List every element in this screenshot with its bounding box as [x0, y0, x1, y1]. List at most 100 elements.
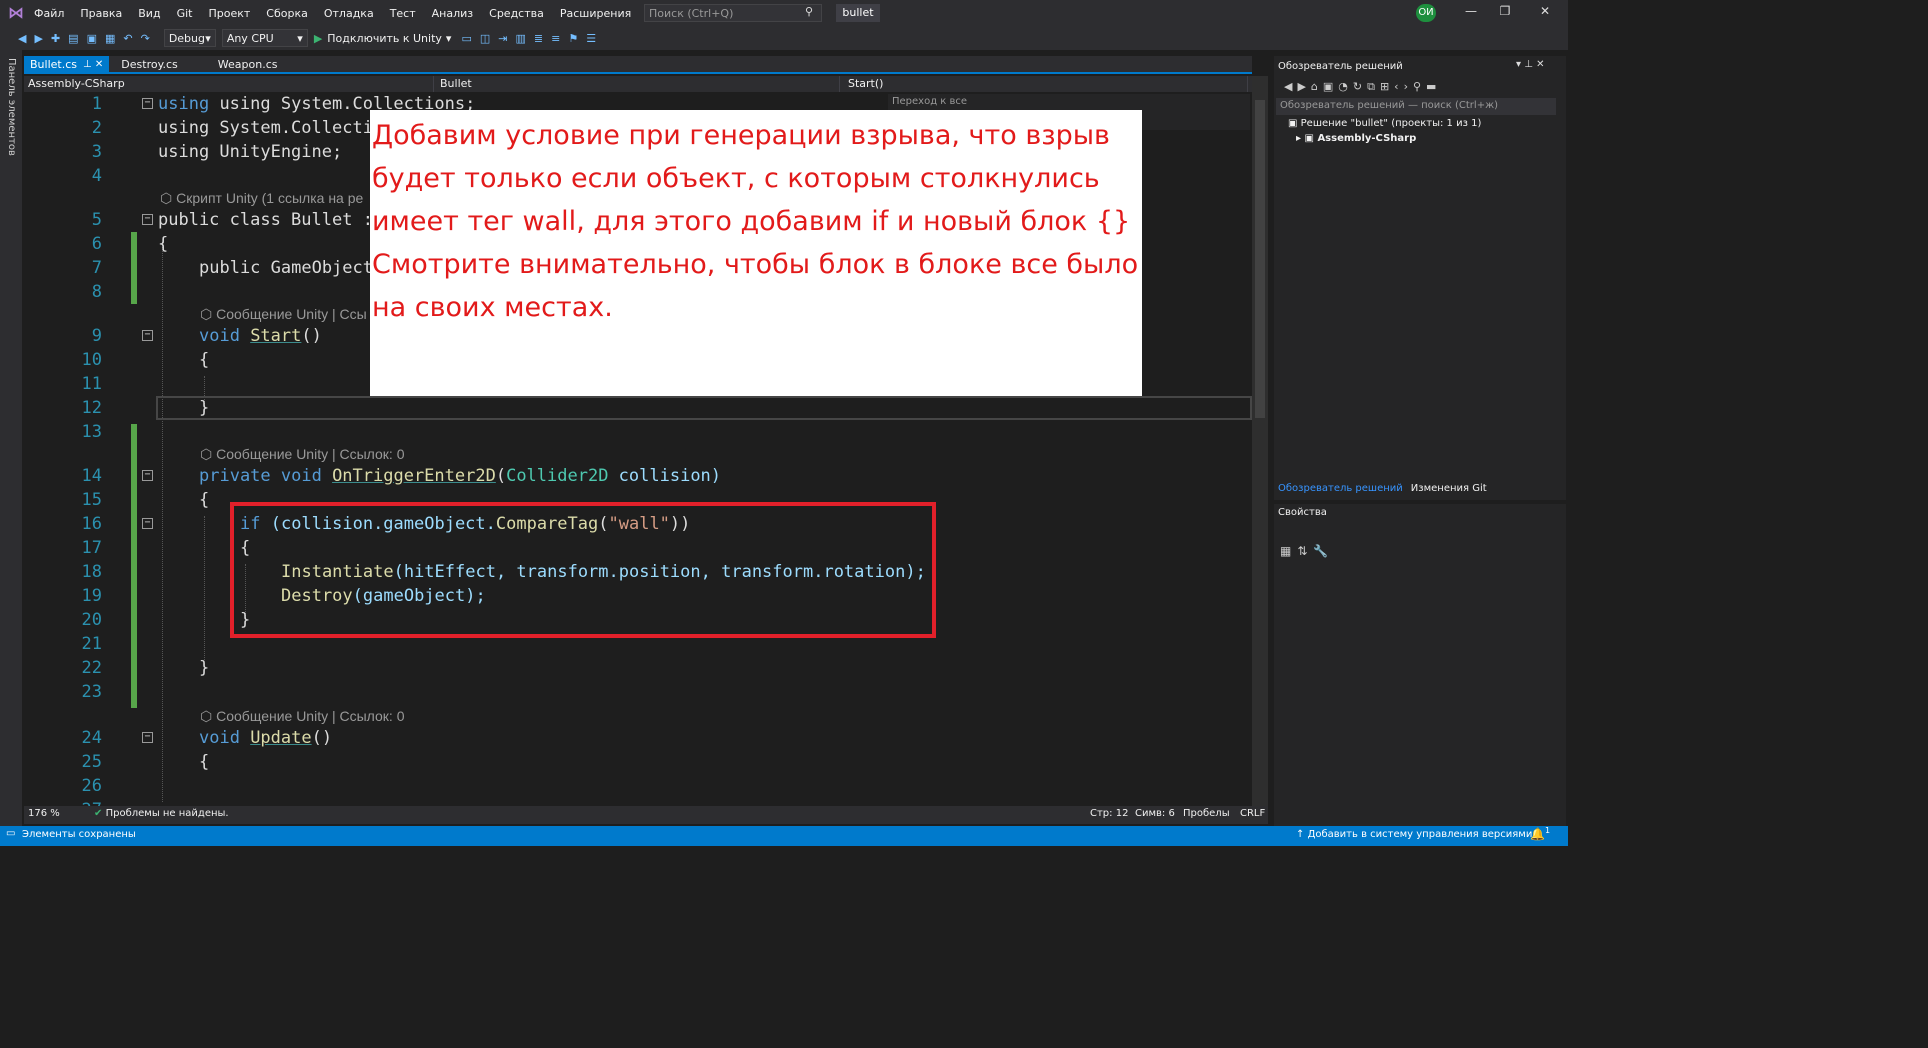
- save-all-icon[interactable]: ▦: [105, 32, 115, 45]
- menu-item[interactable]: Вид: [138, 7, 160, 20]
- whitespace-indicator[interactable]: Пробелы: [1183, 808, 1230, 819]
- code-text: public GameObject: [199, 258, 373, 278]
- code-line-3: using UnityEngine;: [158, 142, 342, 162]
- screenshot-icon[interactable]: ◫: [480, 32, 490, 45]
- line-indicator[interactable]: Стр: 12: [1090, 808, 1128, 819]
- add-to-source-control-button[interactable]: ↑ Добавить в систему управления версиями…: [1296, 829, 1541, 840]
- menu-item[interactable]: Отладка: [324, 7, 374, 20]
- search-icon[interactable]: ⚲: [805, 5, 813, 18]
- collapse-icon[interactable]: −: [142, 330, 153, 341]
- scrollbar-thumb[interactable]: [1255, 100, 1265, 418]
- step-icon[interactable]: ⇥: [498, 32, 507, 45]
- line-number: 25: [81, 752, 102, 772]
- code-line-24: void Update(): [199, 728, 333, 748]
- line-number: 18: [81, 562, 102, 582]
- codelens-class[interactable]: ⬡ Скрипт Unity (1 ссылка на ре: [160, 190, 363, 207]
- codelens-trigger[interactable]: ⬡ Сообщение Unity | Ссылок: 0: [200, 446, 405, 463]
- issues-indicator[interactable]: ✔ Проблемы не найдены.: [94, 808, 229, 819]
- member-dropdown[interactable]: Start(): [844, 76, 1248, 92]
- current-line-highlight: [156, 396, 1252, 420]
- bookmark-icon[interactable]: ⚑: [568, 32, 578, 45]
- document-tab[interactable]: Bullet.cs ⊥ ✕: [24, 56, 110, 72]
- minimize-icon[interactable]: —: [1456, 4, 1486, 18]
- zoom-level[interactable]: 176 %: [28, 808, 60, 819]
- search-input[interactable]: Поиск (Ctrl+Q): [644, 4, 822, 22]
- menu-item[interactable]: Тест: [390, 7, 416, 20]
- menu-item[interactable]: Проект: [208, 7, 250, 20]
- platform-select[interactable]: Any CPU ▾: [221, 29, 308, 47]
- play-icon: ▶: [313, 31, 323, 45]
- line-number: 20: [81, 610, 102, 630]
- column-indicator[interactable]: Симв: 6: [1135, 808, 1175, 819]
- menu-item[interactable]: Файл: [34, 7, 64, 20]
- code-text: using System.Collecti: [158, 118, 373, 138]
- indent-icon[interactable]: ≣: [534, 32, 543, 45]
- class-dropdown[interactable]: Bullet: [436, 76, 840, 92]
- eol-indicator[interactable]: CRLF: [1240, 808, 1265, 819]
- code-line-5: public class Bullet :: [158, 210, 373, 230]
- solution-explorer-title: Обозреватель решений: [1278, 61, 1403, 72]
- project-dropdown[interactable]: Assembly-CSharp: [24, 76, 434, 92]
- outdent-icon[interactable]: ≡: [551, 32, 560, 45]
- collapse-icon[interactable]: −: [142, 470, 153, 481]
- menu-item[interactable]: Средства: [489, 7, 544, 20]
- collapse-icon[interactable]: −: [142, 518, 153, 529]
- undo-icon[interactable]: ↶: [123, 32, 132, 45]
- line-number: 4: [91, 166, 102, 186]
- menu-item[interactable]: Анализ: [432, 7, 474, 20]
- new-file-icon[interactable]: ✚: [51, 32, 60, 45]
- line-number: 14: [81, 466, 102, 486]
- solution-explorer-toolbar[interactable]: ◀▶⌂▣◔↻⧉⊞‹›⚲▬: [1284, 80, 1441, 94]
- line-number: 22: [81, 658, 102, 678]
- find-input[interactable]: Переход к все: [892, 96, 967, 107]
- open-icon[interactable]: ▤: [68, 32, 78, 45]
- line-number: 19: [81, 586, 102, 606]
- line-number: 21: [81, 634, 102, 654]
- properties-toolbar[interactable]: ▦⇅🔧: [1280, 544, 1334, 558]
- collapse-icon[interactable]: −: [142, 214, 153, 225]
- folder-icon[interactable]: ▭: [461, 32, 471, 45]
- line-number: 24: [81, 728, 102, 748]
- tree-item-solution[interactable]: ▣ Решение "bullet" (проекты: 1 из 1): [1288, 118, 1481, 129]
- panel-tab[interactable]: Обозреватель решений: [1274, 481, 1407, 499]
- panel-tab[interactable]: Изменения Git: [1407, 481, 1491, 499]
- attach-unity-button[interactable]: ▶ Подключить к Unity ▾: [314, 32, 452, 45]
- collapse-icon[interactable]: −: [142, 98, 153, 109]
- code-line-22: }: [199, 658, 210, 678]
- document-tabs: Bullet.cs ⊥ ✕ Destroy.cs Weapon.cs: [24, 56, 1252, 74]
- menu-item[interactable]: Расширения: [560, 7, 631, 20]
- tree-item-project[interactable]: ▸ ▣ Assembly-CSharp: [1296, 133, 1416, 144]
- indent-guide: [162, 242, 163, 802]
- layout-icon[interactable]: ▥: [515, 32, 525, 45]
- line-number: 15: [81, 490, 102, 510]
- avatar[interactable]: ОИ: [1416, 4, 1436, 22]
- status-message: Элементы сохранены: [22, 829, 136, 840]
- menu-item[interactable]: Git: [177, 7, 193, 20]
- forward-icon[interactable]: ▶: [34, 32, 42, 45]
- close-icon[interactable]: ✕: [1530, 4, 1560, 18]
- menu-item[interactable]: Правка: [80, 7, 122, 20]
- redo-icon[interactable]: ↷: [141, 32, 150, 45]
- save-icon[interactable]: ▣: [87, 32, 97, 45]
- change-marker: [131, 232, 137, 304]
- close-tab-icon[interactable]: ⊥ ✕: [83, 59, 103, 70]
- pin-icon[interactable]: ▾ ⊥ ✕: [1516, 59, 1544, 70]
- toolbox-tab[interactable]: Панель элементов: [6, 58, 17, 156]
- solution-search-input[interactable]: Обозреватель решений — поиск (Ctrl+ж): [1276, 98, 1556, 115]
- collapse-icon[interactable]: −: [142, 732, 153, 743]
- document-tab[interactable]: Weapon.cs: [212, 56, 284, 72]
- code-line-25: {: [199, 752, 210, 772]
- line-number: 17: [81, 538, 102, 558]
- document-tab[interactable]: Destroy.cs: [115, 56, 184, 72]
- code-line-15: {: [199, 490, 210, 510]
- maximize-icon[interactable]: ❐: [1490, 4, 1520, 18]
- properties-title: Свойства: [1278, 507, 1327, 518]
- codelens-start[interactable]: ⬡ Сообщение Unity | Ссы: [200, 306, 367, 323]
- navigation-bar: Assembly-CSharp Bullet Start(): [24, 76, 1252, 92]
- codelens-update[interactable]: ⬡ Сообщение Unity | Ссылок: 0: [200, 708, 405, 725]
- configuration-select[interactable]: Debug ▾: [163, 29, 216, 47]
- menu-item[interactable]: Сборка: [266, 7, 308, 20]
- notifications-icon[interactable]: 🔔1: [1530, 826, 1550, 841]
- back-icon[interactable]: ◀: [18, 32, 26, 45]
- bookmark-list-icon[interactable]: ☰: [586, 32, 596, 45]
